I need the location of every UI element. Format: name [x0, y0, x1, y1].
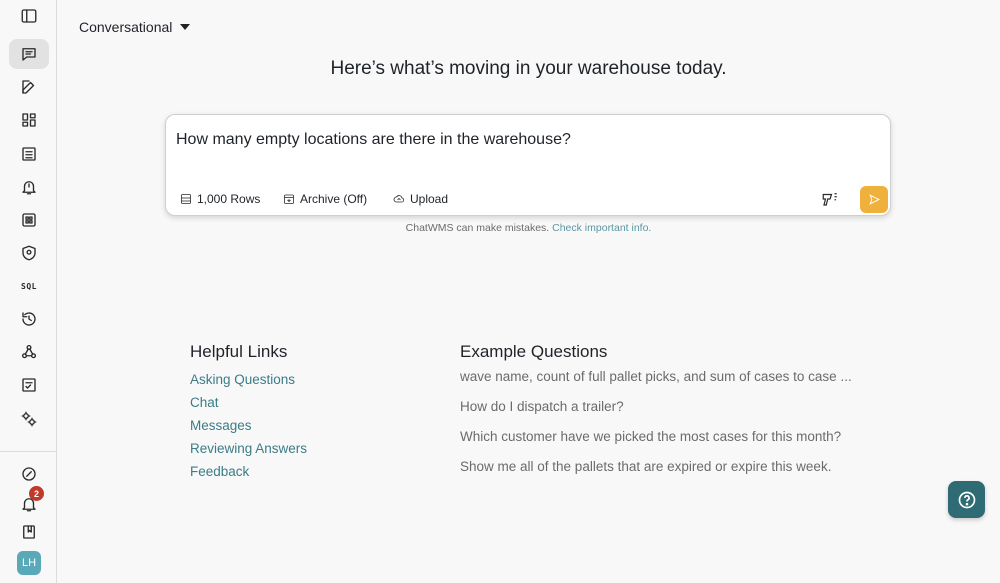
example-questions-title: Example Questions	[460, 342, 608, 361]
chat-icon[interactable]	[9, 39, 49, 69]
important-info-link[interactable]: Check important info.	[552, 222, 651, 234]
send-icon	[868, 194, 880, 205]
link-feedback[interactable]: Feedback	[190, 460, 307, 483]
webhook-icon[interactable]	[9, 337, 49, 367]
sidebar: SQL 2 LH	[0, 0, 57, 583]
compass-icon[interactable]	[9, 459, 49, 489]
sidebar-toggle-icon[interactable]	[9, 1, 49, 31]
rows-label: 1,000 Rows	[197, 192, 261, 206]
notifications-button[interactable]: 2	[9, 486, 49, 519]
link-reviewing-answers[interactable]: Reviewing Answers	[190, 437, 307, 460]
dashboard-icon[interactable]	[9, 105, 49, 135]
example-question[interactable]: How do I dispatch a trailer?	[460, 392, 900, 422]
mode-selector[interactable]: Conversational	[79, 19, 191, 35]
notification-badge: 2	[29, 486, 44, 501]
mode-selector-label: Conversational	[79, 19, 173, 35]
chat-box: 1,000 Rows Archive (Off) Upload	[165, 114, 891, 216]
helpful-links: Helpful Links Asking Questions Chat Mess…	[190, 342, 307, 483]
sql-icon[interactable]: SQL	[9, 271, 49, 301]
upload-label: Upload	[410, 192, 449, 206]
example-question[interactable]: Which customer have we picked the most c…	[460, 422, 900, 452]
avatar[interactable]: LH	[17, 551, 41, 575]
settings-gears-icon[interactable]	[9, 404, 49, 434]
edit-icon[interactable]	[9, 72, 49, 102]
disclaimer-text: ChatWMS can make mistakes.	[405, 222, 550, 234]
link-messages[interactable]: Messages	[190, 414, 307, 437]
archive-icon	[284, 194, 294, 204]
bookmark-icon[interactable]	[9, 517, 49, 547]
scanner-icon[interactable]	[821, 190, 839, 208]
rows-button[interactable]: 1,000 Rows	[180, 192, 260, 206]
chat-input[interactable]	[176, 131, 816, 149]
disclaimer: ChatWMS can make mistakes. Check importa…	[57, 222, 1000, 234]
help-button[interactable]	[948, 481, 985, 518]
shield-icon[interactable]	[9, 238, 49, 268]
page-headline: Here’s what’s moving in your warehouse t…	[330, 58, 727, 79]
sidebar-divider	[0, 451, 56, 452]
link-chat[interactable]: Chat	[190, 391, 307, 414]
example-questions: Example Questions wave name, count of fu…	[460, 342, 900, 482]
history-icon[interactable]	[9, 304, 49, 334]
upload-button[interactable]: Upload	[393, 192, 448, 206]
checklist-icon[interactable]	[9, 370, 49, 400]
archive-toggle[interactable]: Archive (Off)	[283, 192, 367, 206]
send-button[interactable]	[860, 186, 888, 213]
example-question[interactable]: wave name, count of full pallet picks, a…	[460, 362, 900, 392]
sql-label: SQL	[21, 281, 37, 291]
example-question[interactable]: Show me all of the pallets that are expi…	[460, 452, 900, 482]
archive-label: Archive (Off)	[300, 192, 368, 206]
link-asking-questions[interactable]: Asking Questions	[190, 368, 307, 391]
table-rows-icon	[181, 194, 191, 204]
list-icon[interactable]	[9, 139, 49, 169]
cloud-upload-icon	[393, 195, 405, 203]
help-question-icon	[958, 491, 975, 508]
alert-bell-icon[interactable]	[9, 172, 49, 202]
caret-down-icon	[180, 24, 191, 30]
helpful-links-title: Helpful Links	[190, 342, 288, 361]
grid-icon[interactable]	[9, 205, 49, 235]
